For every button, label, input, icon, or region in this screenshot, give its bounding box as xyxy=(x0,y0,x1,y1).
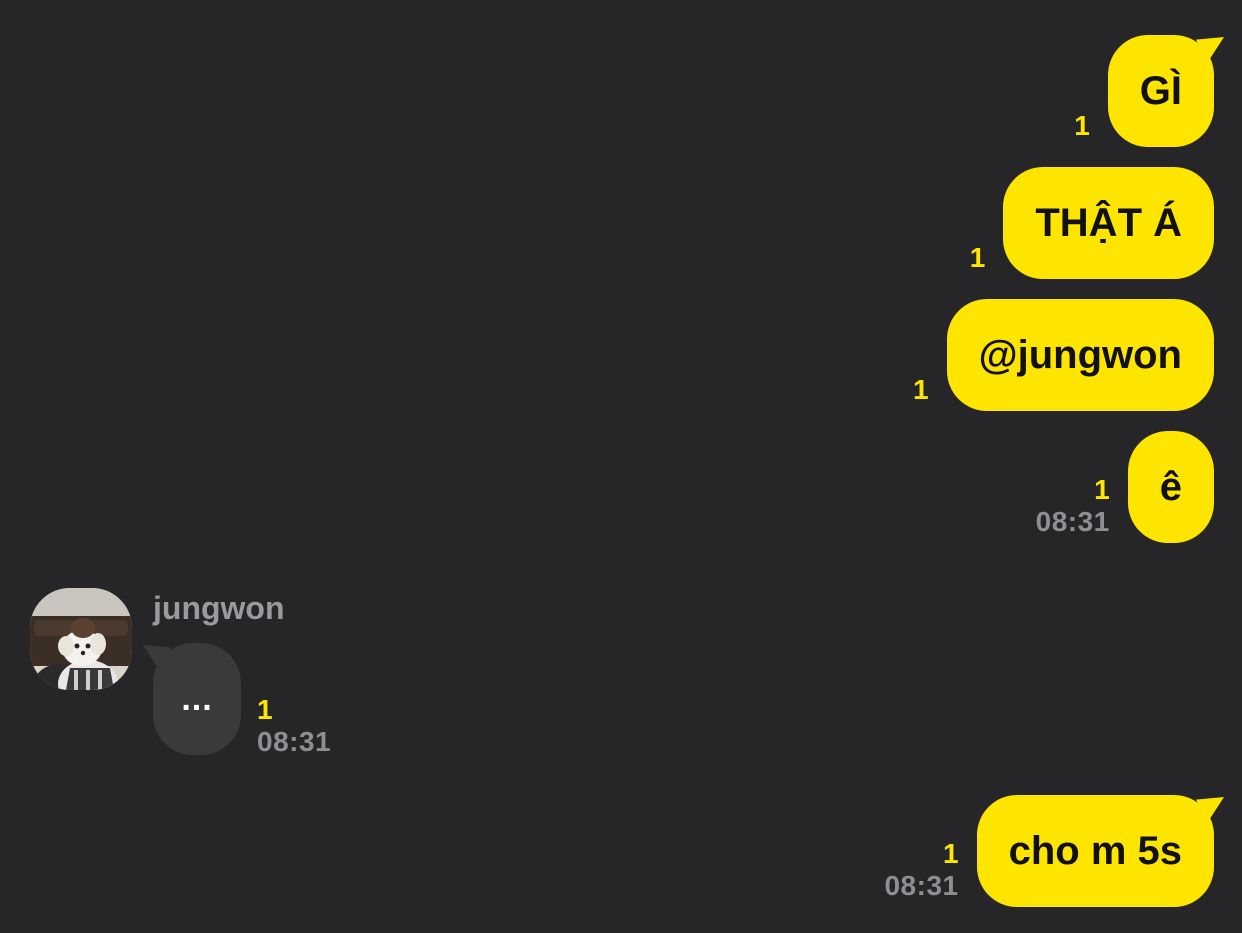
message-bubble-outgoing[interactable]: cho m 5s xyxy=(976,795,1214,907)
unread-count: 1 xyxy=(1094,474,1110,505)
message-row-outgoing: 1 @jungwon xyxy=(913,299,1214,411)
unread-count: 1 xyxy=(913,374,929,405)
message-timestamp: 08:31 xyxy=(1035,506,1110,537)
message-meta: 1 08:31 xyxy=(884,839,958,903)
message-row-outgoing: 1 GÌ xyxy=(1074,35,1214,147)
avatar[interactable] xyxy=(30,588,132,690)
message-row-outgoing: 1 08:31 ê xyxy=(1036,431,1214,543)
message-row-outgoing: 1 THẬT Á xyxy=(970,167,1214,279)
message-bubble-outgoing[interactable]: THẬT Á xyxy=(1003,167,1214,279)
message-bubble-incoming[interactable]: ... xyxy=(153,643,241,755)
profile-photo-dog-icon xyxy=(30,588,132,690)
message-meta: 1 08:31 xyxy=(1036,475,1110,539)
message-row-incoming: ... 1 08:31 xyxy=(153,643,331,757)
message-meta: 1 08:31 xyxy=(257,695,331,759)
message-bubble-outgoing[interactable]: GÌ xyxy=(1107,35,1214,147)
message-bubble-outgoing[interactable]: ê xyxy=(1127,431,1214,543)
message-bubble-outgoing[interactable]: @jungwon xyxy=(946,299,1214,411)
message-row-outgoing: 1 08:31 cho m 5s xyxy=(884,795,1214,907)
unread-count: 1 xyxy=(1074,110,1090,141)
unread-count: 1 xyxy=(943,838,959,869)
sender-name[interactable]: jungwon xyxy=(153,590,285,627)
message-timestamp: 08:31 xyxy=(257,726,332,757)
typing-indicator: ... xyxy=(181,679,213,718)
unread-count: 1 xyxy=(969,242,986,273)
message-meta: 1 xyxy=(913,375,929,405)
chat-thread: 1 GÌ 1 THẬT Á 1 @jungwon 1 08:31 ê jungw… xyxy=(0,0,1242,933)
message-meta: 1 xyxy=(1074,111,1090,141)
unread-count: 1 xyxy=(257,694,273,725)
message-timestamp: 08:31 xyxy=(884,870,959,901)
message-meta: 1 xyxy=(970,243,986,273)
